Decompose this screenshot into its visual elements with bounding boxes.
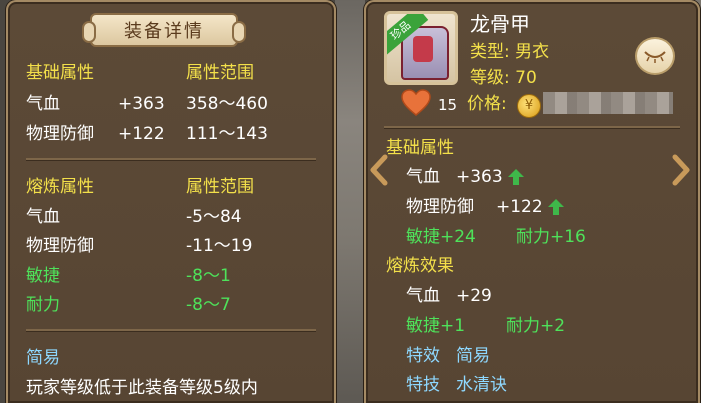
- coin-icon: ¥: [517, 94, 541, 118]
- chevron-right-icon[interactable]: [670, 154, 692, 186]
- refine-attr-header: 熔炼属性: [26, 177, 94, 197]
- level-note: 玩家等级低于此装备等级5级内: [26, 378, 258, 398]
- refine-bonus: 耐力+2: [506, 316, 566, 336]
- refine-effect-header: 熔炼效果: [386, 256, 454, 276]
- special-effect-label: 特效: [406, 346, 440, 366]
- divider: [26, 329, 316, 331]
- refine-attr-name: 敏捷: [26, 266, 60, 286]
- basic-attr-range: 111～143: [186, 124, 268, 144]
- toggle-view-button[interactable]: [635, 37, 675, 75]
- basic-attr-name: 物理防御: [406, 197, 474, 217]
- divider: [26, 158, 316, 160]
- basic-attr-header: 基础属性: [386, 138, 454, 158]
- basic-attr-name: 气血: [406, 167, 440, 187]
- eye-closed-icon: [644, 51, 666, 63]
- item-name: 龙骨甲: [470, 12, 530, 36]
- basic-attr-value: +363: [456, 167, 503, 187]
- special-skill-value: 水清诀: [456, 375, 507, 395]
- arrow-up-icon: [548, 199, 564, 215]
- bonus-attr: 敏捷+24: [406, 227, 476, 247]
- like-count: 15: [438, 96, 458, 114]
- mode-label: 简易: [26, 348, 60, 368]
- basic-attr-value: +122: [118, 124, 165, 144]
- refine-attr-name: 气血: [26, 207, 60, 227]
- refine-attr-range: -8～7: [186, 295, 231, 315]
- special-skill-label: 特技: [406, 375, 440, 395]
- heart-icon[interactable]: [401, 89, 431, 117]
- basic-attr-range: 358～460: [186, 94, 268, 114]
- attr-range-header: 属性范围: [186, 63, 254, 83]
- refine-attr-range: -11～19: [186, 236, 253, 256]
- refine-bonus: 敏捷+1: [406, 316, 466, 336]
- refine-attr-value: +29: [456, 286, 492, 306]
- equipment-detail-panel: [6, 0, 336, 403]
- item-icon-slot[interactable]: 珍品: [384, 11, 458, 85]
- background-strip: [335, 0, 365, 403]
- price-label: 价格:: [467, 94, 507, 114]
- item-level: 等级: 70: [470, 68, 537, 88]
- arrow-up-icon: [508, 169, 524, 185]
- basic-attr-name: 物理防御: [26, 124, 94, 144]
- item-type: 类型: 男衣: [470, 42, 550, 62]
- refine-attr-name: 物理防御: [26, 236, 94, 256]
- special-effect-value: 简易: [456, 346, 490, 366]
- refine-attr-range: -8～1: [186, 266, 231, 286]
- basic-attr-header: 基础属性: [26, 63, 94, 83]
- basic-attr-value: +122: [496, 197, 543, 217]
- price-value-redacted: [543, 92, 673, 114]
- refine-attr-name: 气血: [406, 286, 440, 306]
- divider: [384, 126, 680, 128]
- refine-range-header: 属性范围: [186, 177, 254, 197]
- basic-attr-name: 气血: [26, 94, 60, 114]
- bonus-attr: 耐力+16: [516, 227, 586, 247]
- panel-title: 装备详情: [82, 13, 246, 47]
- refine-attr-range: -5～84: [186, 207, 242, 227]
- chevron-left-icon[interactable]: [368, 154, 390, 186]
- refine-attr-name: 耐力: [26, 295, 60, 315]
- basic-attr-value: +363: [118, 94, 165, 114]
